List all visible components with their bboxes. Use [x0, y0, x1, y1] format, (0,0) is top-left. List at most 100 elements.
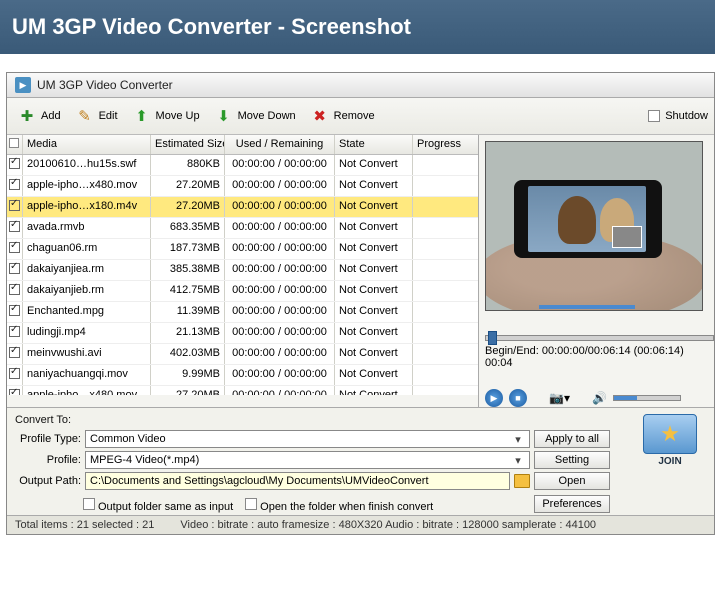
timeline: Begin/End: 00:00:00/00:06:14 (00:06:14) … — [485, 319, 714, 369]
row-state: Not Convert — [335, 323, 413, 343]
same-folder-checkbox[interactable] — [83, 498, 95, 510]
header-size[interactable]: Estimated Size — [151, 135, 225, 154]
row-progress — [413, 176, 478, 196]
row-media: dakaiyanjiea.rm — [23, 260, 151, 280]
row-media: apple-ipho…x480.mov — [23, 386, 151, 395]
table-header: Media Estimated Size Used / Remaining St… — [7, 135, 478, 155]
table-row[interactable]: ludingji.mp421.13MB00:00:00 / 00:00:00No… — [7, 323, 478, 344]
profile-select[interactable]: MPEG-4 Video(*.mp4)▾ — [85, 451, 530, 469]
row-checkbox[interactable] — [7, 365, 23, 385]
shutdown-checkbox[interactable] — [648, 110, 660, 122]
row-used: 00:00:00 / 00:00:00 — [225, 176, 335, 196]
row-used: 00:00:00 / 00:00:00 — [225, 281, 335, 301]
row-progress — [413, 218, 478, 238]
row-media: 20100610…hu15s.swf — [23, 155, 151, 175]
header-state[interactable]: State — [335, 135, 413, 154]
row-progress — [413, 281, 478, 301]
row-checkbox[interactable] — [7, 218, 23, 238]
play-button[interactable]: ▶ — [485, 389, 503, 407]
row-checkbox[interactable] — [7, 176, 23, 196]
profile-type-select[interactable]: Common Video▾ — [85, 430, 530, 448]
header-used[interactable]: Used / Remaining — [225, 135, 335, 154]
banner-title: UM 3GP Video Converter - Screenshot — [12, 14, 411, 39]
camera-icon[interactable]: 📷▾ — [549, 391, 570, 405]
table-rows[interactable]: 20100610…hu15s.swf880KB00:00:00 / 00:00:… — [7, 155, 478, 395]
row-checkbox[interactable] — [7, 281, 23, 301]
row-media: apple-ipho…x180.m4v — [23, 197, 151, 217]
open-button[interactable]: Open — [534, 472, 610, 490]
row-used: 00:00:00 / 00:00:00 — [225, 302, 335, 322]
row-state: Not Convert — [335, 365, 413, 385]
table-row[interactable]: apple-ipho…x180.m4v27.20MB00:00:00 / 00:… — [7, 197, 478, 218]
header-progress[interactable]: Progress — [413, 135, 478, 154]
output-label: Output Path: — [15, 475, 81, 487]
app-window: ▶ UM 3GP Video Converter ✚Add ✎Edit ⬆Mov… — [6, 72, 715, 535]
table-row[interactable]: 20100610…hu15s.swf880KB00:00:00 / 00:00:… — [7, 155, 478, 176]
table-row[interactable]: Enchanted.mpg11.39MB00:00:00 / 00:00:00N… — [7, 302, 478, 323]
moveup-button[interactable]: ⬆Move Up — [128, 102, 208, 130]
row-size: 412.75MB — [151, 281, 225, 301]
volume-slider[interactable] — [613, 395, 681, 401]
row-state: Not Convert — [335, 260, 413, 280]
convert-section: Convert To: Profile Type: Common Video▾ … — [7, 407, 714, 515]
beginend-time: 00:00:00/00:06:14 (00:06:14) — [542, 345, 684, 357]
row-used: 00:00:00 / 00:00:00 — [225, 218, 335, 238]
video-preview[interactable] — [485, 141, 703, 311]
arrow-up-icon: ⬆ — [131, 105, 153, 127]
header-check[interactable] — [7, 135, 23, 154]
row-state: Not Convert — [335, 281, 413, 301]
join-block: ★ JOIN — [634, 414, 706, 513]
timecode: Begin/End: 00:00:00/00:06:14 (00:06:14) … — [485, 345, 714, 369]
join-button[interactable]: ★ — [643, 414, 697, 454]
row-size: 880KB — [151, 155, 225, 175]
output-path-input[interactable]: C:\Documents and Settings\agcloud\My Doc… — [85, 472, 510, 490]
table-row[interactable]: dakaiyanjiea.rm385.38MB00:00:00 / 00:00:… — [7, 260, 478, 281]
preview-panel: Begin/End: 00:00:00/00:06:14 (00:06:14) … — [479, 135, 714, 407]
table-row[interactable]: apple-ipho…x480.mov27.20MB00:00:00 / 00:… — [7, 386, 478, 395]
seek-thumb[interactable] — [488, 331, 497, 345]
preferences-button[interactable]: Preferences — [534, 495, 610, 513]
row-used: 00:00:00 / 00:00:00 — [225, 365, 335, 385]
row-used: 00:00:00 / 00:00:00 — [225, 239, 335, 259]
row-checkbox[interactable] — [7, 239, 23, 259]
stop-button[interactable]: ■ — [509, 389, 527, 407]
row-checkbox[interactable] — [7, 260, 23, 280]
row-size: 9.99MB — [151, 365, 225, 385]
movedown-button[interactable]: ⬇Move Down — [210, 102, 304, 130]
table-row[interactable]: chaguan06.rm187.73MB00:00:00 / 00:00:00N… — [7, 239, 478, 260]
row-used: 00:00:00 / 00:00:00 — [225, 197, 335, 217]
profile-type-label: Profile Type: — [15, 433, 81, 445]
status-bar: Total items : 21 selected : 21 Video : b… — [7, 515, 714, 534]
setting-button[interactable]: Setting — [534, 451, 610, 469]
remove-icon: ✖ — [309, 105, 331, 127]
folder-icon[interactable] — [514, 474, 530, 488]
open-folder-checkbox[interactable] — [245, 498, 257, 510]
table-row[interactable]: dakaiyanjieb.rm412.75MB00:00:00 / 00:00:… — [7, 281, 478, 302]
add-button[interactable]: ✚Add — [13, 102, 69, 130]
chevron-down-icon: ▾ — [511, 454, 525, 467]
seek-track[interactable] — [485, 335, 714, 341]
row-checkbox[interactable] — [7, 197, 23, 217]
row-checkbox[interactable] — [7, 323, 23, 343]
table-row[interactable]: naniyachuangqi.mov9.99MB00:00:00 / 00:00… — [7, 365, 478, 386]
row-state: Not Convert — [335, 344, 413, 364]
table-row[interactable]: apple-ipho…x480.mov27.20MB00:00:00 / 00:… — [7, 176, 478, 197]
volume-icon[interactable]: 🔊 — [592, 391, 607, 405]
media-controls: ▶ ■ 📷▾ 🔊 — [485, 389, 714, 407]
apply-button[interactable]: Apply to all — [534, 430, 610, 448]
row-checkbox[interactable] — [7, 386, 23, 395]
row-checkbox[interactable] — [7, 344, 23, 364]
join-label: JOIN — [658, 456, 681, 467]
row-checkbox[interactable] — [7, 302, 23, 322]
header-media[interactable]: Media — [23, 135, 151, 154]
row-size: 27.20MB — [151, 386, 225, 395]
row-used: 00:00:00 / 00:00:00 — [225, 386, 335, 395]
remove-button[interactable]: ✖Remove — [306, 102, 383, 130]
table-row[interactable]: avada.rmvb683.35MB00:00:00 / 00:00:00Not… — [7, 218, 478, 239]
row-state: Not Convert — [335, 302, 413, 322]
row-size: 11.39MB — [151, 302, 225, 322]
row-checkbox[interactable] — [7, 155, 23, 175]
edit-button[interactable]: ✎Edit — [71, 102, 126, 130]
table-row[interactable]: meinvwushi.avi402.03MB00:00:00 / 00:00:0… — [7, 344, 478, 365]
row-size: 27.20MB — [151, 176, 225, 196]
